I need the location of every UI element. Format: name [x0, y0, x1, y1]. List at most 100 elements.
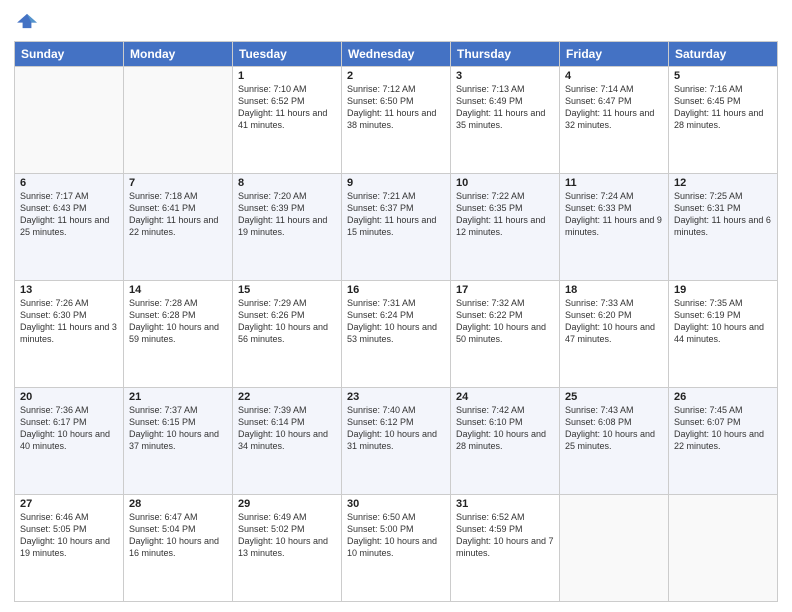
calendar-cell: 2Sunrise: 7:12 AM Sunset: 6:50 PM Daylig…	[342, 67, 451, 174]
day-info: Sunrise: 6:47 AM Sunset: 5:04 PM Dayligh…	[129, 511, 227, 560]
page: SundayMondayTuesdayWednesdayThursdayFrid…	[0, 0, 792, 612]
day-header-monday: Monday	[124, 42, 233, 67]
day-number: 27	[20, 498, 118, 510]
day-number: 9	[347, 177, 445, 189]
day-info: Sunrise: 7:12 AM Sunset: 6:50 PM Dayligh…	[347, 83, 445, 132]
calendar-cell: 8Sunrise: 7:20 AM Sunset: 6:39 PM Daylig…	[233, 174, 342, 281]
day-number: 16	[347, 284, 445, 296]
logo	[14, 10, 42, 37]
calendar-cell: 27Sunrise: 6:46 AM Sunset: 5:05 PM Dayli…	[15, 495, 124, 602]
calendar-cell: 11Sunrise: 7:24 AM Sunset: 6:33 PM Dayli…	[560, 174, 669, 281]
day-info: Sunrise: 7:16 AM Sunset: 6:45 PM Dayligh…	[674, 83, 772, 132]
day-info: Sunrise: 7:21 AM Sunset: 6:37 PM Dayligh…	[347, 190, 445, 239]
day-info: Sunrise: 7:33 AM Sunset: 6:20 PM Dayligh…	[565, 297, 663, 346]
day-header-wednesday: Wednesday	[342, 42, 451, 67]
calendar-cell: 9Sunrise: 7:21 AM Sunset: 6:37 PM Daylig…	[342, 174, 451, 281]
day-header-sunday: Sunday	[15, 42, 124, 67]
day-info: Sunrise: 7:18 AM Sunset: 6:41 PM Dayligh…	[129, 190, 227, 239]
day-info: Sunrise: 6:46 AM Sunset: 5:05 PM Dayligh…	[20, 511, 118, 560]
day-number: 10	[456, 177, 554, 189]
calendar-cell: 26Sunrise: 7:45 AM Sunset: 6:07 PM Dayli…	[669, 388, 778, 495]
day-number: 2	[347, 70, 445, 82]
calendar-cell: 22Sunrise: 7:39 AM Sunset: 6:14 PM Dayli…	[233, 388, 342, 495]
calendar-cell: 3Sunrise: 7:13 AM Sunset: 6:49 PM Daylig…	[451, 67, 560, 174]
day-number: 25	[565, 391, 663, 403]
day-number: 17	[456, 284, 554, 296]
day-number: 31	[456, 498, 554, 510]
calendar-cell	[124, 67, 233, 174]
day-info: Sunrise: 7:45 AM Sunset: 6:07 PM Dayligh…	[674, 404, 772, 453]
day-info: Sunrise: 7:29 AM Sunset: 6:26 PM Dayligh…	[238, 297, 336, 346]
day-info: Sunrise: 7:14 AM Sunset: 6:47 PM Dayligh…	[565, 83, 663, 132]
day-info: Sunrise: 7:26 AM Sunset: 6:30 PM Dayligh…	[20, 297, 118, 346]
day-info: Sunrise: 7:13 AM Sunset: 6:49 PM Dayligh…	[456, 83, 554, 132]
day-info: Sunrise: 7:24 AM Sunset: 6:33 PM Dayligh…	[565, 190, 663, 239]
calendar-cell: 19Sunrise: 7:35 AM Sunset: 6:19 PM Dayli…	[669, 281, 778, 388]
day-number: 24	[456, 391, 554, 403]
day-number: 18	[565, 284, 663, 296]
calendar-cell: 23Sunrise: 7:40 AM Sunset: 6:12 PM Dayli…	[342, 388, 451, 495]
day-info: Sunrise: 7:20 AM Sunset: 6:39 PM Dayligh…	[238, 190, 336, 239]
day-number: 14	[129, 284, 227, 296]
calendar-cell: 28Sunrise: 6:47 AM Sunset: 5:04 PM Dayli…	[124, 495, 233, 602]
calendar-cell: 4Sunrise: 7:14 AM Sunset: 6:47 PM Daylig…	[560, 67, 669, 174]
day-number: 29	[238, 498, 336, 510]
calendar-cell: 21Sunrise: 7:37 AM Sunset: 6:15 PM Dayli…	[124, 388, 233, 495]
day-info: Sunrise: 7:40 AM Sunset: 6:12 PM Dayligh…	[347, 404, 445, 453]
day-info: Sunrise: 7:39 AM Sunset: 6:14 PM Dayligh…	[238, 404, 336, 453]
day-info: Sunrise: 7:22 AM Sunset: 6:35 PM Dayligh…	[456, 190, 554, 239]
day-info: Sunrise: 7:10 AM Sunset: 6:52 PM Dayligh…	[238, 83, 336, 132]
logo-icon	[16, 10, 38, 32]
calendar-cell: 24Sunrise: 7:42 AM Sunset: 6:10 PM Dayli…	[451, 388, 560, 495]
day-number: 19	[674, 284, 772, 296]
day-number: 5	[674, 70, 772, 82]
calendar-cell: 7Sunrise: 7:18 AM Sunset: 6:41 PM Daylig…	[124, 174, 233, 281]
day-info: Sunrise: 7:32 AM Sunset: 6:22 PM Dayligh…	[456, 297, 554, 346]
calendar-cell: 15Sunrise: 7:29 AM Sunset: 6:26 PM Dayli…	[233, 281, 342, 388]
day-number: 8	[238, 177, 336, 189]
calendar-table: SundayMondayTuesdayWednesdayThursdayFrid…	[14, 41, 778, 602]
day-number: 21	[129, 391, 227, 403]
day-number: 20	[20, 391, 118, 403]
day-number: 11	[565, 177, 663, 189]
day-number: 28	[129, 498, 227, 510]
day-info: Sunrise: 7:28 AM Sunset: 6:28 PM Dayligh…	[129, 297, 227, 346]
calendar-cell	[669, 495, 778, 602]
calendar-cell: 6Sunrise: 7:17 AM Sunset: 6:43 PM Daylig…	[15, 174, 124, 281]
day-info: Sunrise: 7:43 AM Sunset: 6:08 PM Dayligh…	[565, 404, 663, 453]
calendar-cell: 31Sunrise: 6:52 AM Sunset: 4:59 PM Dayli…	[451, 495, 560, 602]
calendar-cell: 10Sunrise: 7:22 AM Sunset: 6:35 PM Dayli…	[451, 174, 560, 281]
calendar-cell: 20Sunrise: 7:36 AM Sunset: 6:17 PM Dayli…	[15, 388, 124, 495]
calendar-cell: 12Sunrise: 7:25 AM Sunset: 6:31 PM Dayli…	[669, 174, 778, 281]
calendar-cell	[15, 67, 124, 174]
day-number: 6	[20, 177, 118, 189]
calendar-cell: 17Sunrise: 7:32 AM Sunset: 6:22 PM Dayli…	[451, 281, 560, 388]
calendar-cell: 25Sunrise: 7:43 AM Sunset: 6:08 PM Dayli…	[560, 388, 669, 495]
calendar-cell: 1Sunrise: 7:10 AM Sunset: 6:52 PM Daylig…	[233, 67, 342, 174]
day-number: 15	[238, 284, 336, 296]
day-header-thursday: Thursday	[451, 42, 560, 67]
day-info: Sunrise: 6:49 AM Sunset: 5:02 PM Dayligh…	[238, 511, 336, 560]
day-info: Sunrise: 7:25 AM Sunset: 6:31 PM Dayligh…	[674, 190, 772, 239]
calendar-cell: 14Sunrise: 7:28 AM Sunset: 6:28 PM Dayli…	[124, 281, 233, 388]
day-number: 13	[20, 284, 118, 296]
day-info: Sunrise: 6:50 AM Sunset: 5:00 PM Dayligh…	[347, 511, 445, 560]
day-info: Sunrise: 7:36 AM Sunset: 6:17 PM Dayligh…	[20, 404, 118, 453]
calendar-cell: 18Sunrise: 7:33 AM Sunset: 6:20 PM Dayli…	[560, 281, 669, 388]
day-number: 22	[238, 391, 336, 403]
day-info: Sunrise: 7:35 AM Sunset: 6:19 PM Dayligh…	[674, 297, 772, 346]
day-info: Sunrise: 7:17 AM Sunset: 6:43 PM Dayligh…	[20, 190, 118, 239]
day-header-tuesday: Tuesday	[233, 42, 342, 67]
day-number: 12	[674, 177, 772, 189]
day-number: 1	[238, 70, 336, 82]
day-info: Sunrise: 7:31 AM Sunset: 6:24 PM Dayligh…	[347, 297, 445, 346]
day-info: Sunrise: 7:37 AM Sunset: 6:15 PM Dayligh…	[129, 404, 227, 453]
calendar-cell: 16Sunrise: 7:31 AM Sunset: 6:24 PM Dayli…	[342, 281, 451, 388]
day-number: 3	[456, 70, 554, 82]
calendar-cell: 13Sunrise: 7:26 AM Sunset: 6:30 PM Dayli…	[15, 281, 124, 388]
day-info: Sunrise: 7:42 AM Sunset: 6:10 PM Dayligh…	[456, 404, 554, 453]
calendar-cell: 29Sunrise: 6:49 AM Sunset: 5:02 PM Dayli…	[233, 495, 342, 602]
day-number: 7	[129, 177, 227, 189]
calendar-cell	[560, 495, 669, 602]
header	[14, 10, 778, 37]
